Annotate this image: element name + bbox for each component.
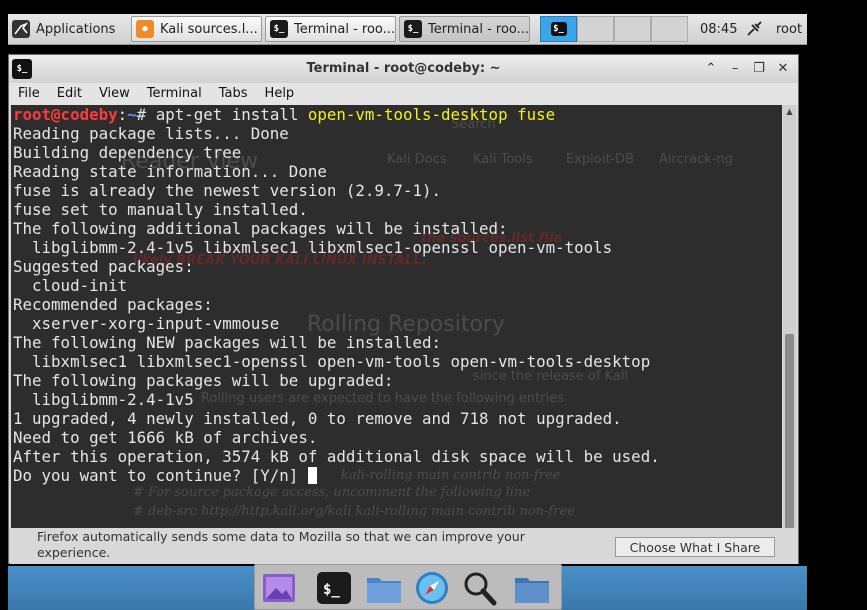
vertical-scrollbar[interactable]: ▲ ▼ xyxy=(783,105,796,561)
command-text: apt-get install xyxy=(155,105,308,124)
text-cursor xyxy=(307,467,317,484)
task-firefox[interactable]: ● Kali sources.l... xyxy=(131,16,262,42)
bg-code-2: # For source package access, uncomment t… xyxy=(133,485,531,500)
choose-what-i-share-button[interactable]: Choose What I Share xyxy=(615,537,775,557)
applications-menu[interactable]: Applications xyxy=(10,16,128,42)
title-bar[interactable]: $_ Terminal - root@codeby: ~ ⌃ – ❐ ✕ xyxy=(9,55,798,83)
terminal-icon: $_ xyxy=(270,20,288,38)
maximize-icon[interactable]: ❐ xyxy=(750,59,768,77)
image-viewer-icon[interactable] xyxy=(260,570,298,606)
bg-code-3: # deb-src http://http.kali.org/kali kali… xyxy=(133,504,575,519)
firefox-icon: ● xyxy=(136,20,154,38)
prompt-path: ~ xyxy=(127,105,137,124)
folder-icon[interactable] xyxy=(365,570,403,606)
workspace-2[interactable] xyxy=(577,16,614,42)
command-packages: open-vm-tools-desktop fuse xyxy=(307,105,556,124)
menu-terminal[interactable]: Terminal xyxy=(138,83,210,105)
prompt-user: root@codeby xyxy=(13,105,118,124)
close-icon[interactable]: ✕ xyxy=(774,59,792,77)
menu-tabs[interactable]: Tabs xyxy=(210,83,256,105)
terminal-output-area[interactable]: Search Kali Docs Kali Tools Exploit-DB A… xyxy=(11,105,782,561)
task-label: Kali sources.l... xyxy=(160,21,258,37)
command-output: Reading package lists... Done Building d… xyxy=(13,124,660,466)
top-panel: Applications ● Kali sources.l... $_ Term… xyxy=(8,14,807,45)
chevron-up-icon[interactable]: ⌃ xyxy=(702,59,720,77)
task-label: Terminal - roo... xyxy=(294,21,396,37)
task-terminal-1[interactable]: $_ Terminal - roo... xyxy=(265,16,396,42)
task-label: Terminal - roo... xyxy=(428,21,530,37)
terminal-icon[interactable]: $_ xyxy=(315,570,353,606)
terminal-window: $_ Terminal - root@codeby: ~ ⌃ – ❐ ✕ Fil… xyxy=(8,54,799,564)
workspace-4[interactable] xyxy=(651,16,688,42)
browser-compass-icon[interactable] xyxy=(413,570,451,606)
dock: $_ xyxy=(254,564,562,610)
minimize-icon[interactable]: – xyxy=(726,59,744,77)
workspace-1[interactable]: $_ xyxy=(540,16,577,42)
menu-help[interactable]: Help xyxy=(256,83,303,105)
firefox-notification-bar: Firefox automatically sends some data to… xyxy=(10,528,798,564)
prompt-separator: : xyxy=(117,105,128,124)
menu-bar: File Edit View Terminal Tabs Help xyxy=(9,83,798,105)
svg-text:$_: $_ xyxy=(323,582,340,598)
scroll-up-arrow-icon[interactable]: ▲ xyxy=(783,105,796,118)
user-name[interactable]: root xyxy=(776,16,806,42)
terminal-icon: $_ xyxy=(550,22,567,36)
workspace-3[interactable] xyxy=(614,16,651,42)
power-plug-icon[interactable] xyxy=(745,16,767,42)
window-title: Terminal - root@codeby: ~ xyxy=(306,61,501,76)
applications-label: Applications xyxy=(36,21,116,37)
terminal-icon: $_ xyxy=(404,20,422,38)
kali-dragon-icon xyxy=(12,20,30,38)
task-terminal-2[interactable]: $_ Terminal - roo... xyxy=(399,16,530,42)
menu-edit[interactable]: Edit xyxy=(48,83,90,105)
terminal-text: root@codeby:~# apt-get install open-vm-t… xyxy=(13,105,660,485)
notification-text: Firefox automatically sends some data to… xyxy=(37,529,525,560)
bg-bookmark: Aircrack-ng xyxy=(659,152,733,167)
window-controls: ⌃ – ❐ ✕ xyxy=(702,59,792,79)
scrollbar-thumb[interactable] xyxy=(785,334,794,530)
confirm-prompt: Do you want to continue? [Y/n] xyxy=(13,466,308,485)
clock[interactable]: 08:45 xyxy=(700,16,740,42)
menu-file[interactable]: File xyxy=(9,83,48,105)
menu-view[interactable]: View xyxy=(90,83,138,105)
prompt-end: # xyxy=(136,105,156,124)
files-icon[interactable] xyxy=(513,570,551,606)
search-icon[interactable] xyxy=(461,570,499,606)
